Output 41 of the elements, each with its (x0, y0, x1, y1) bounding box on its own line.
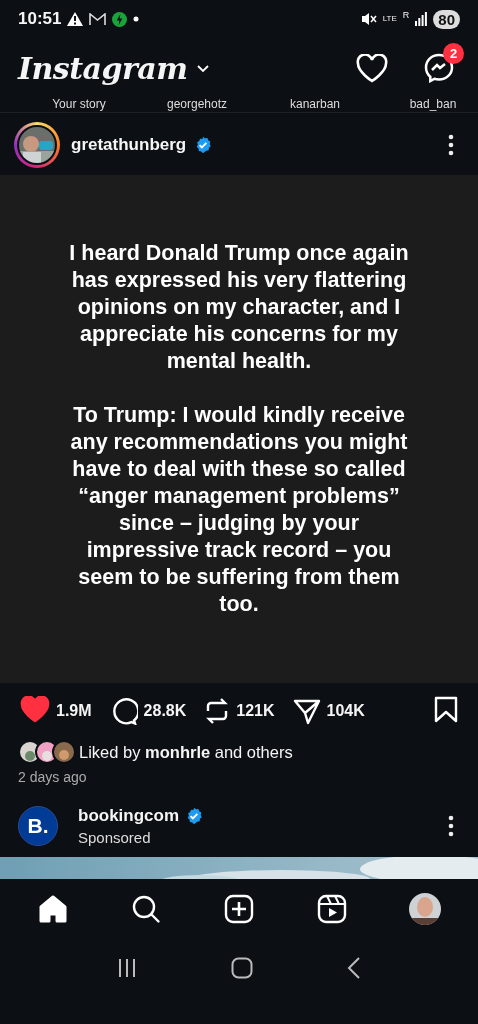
username[interactable]: bookingcom (78, 806, 180, 826)
send-icon[interactable] (292, 697, 321, 725)
sponsored-label: Sponsored (78, 829, 152, 846)
clock: 10:51 (18, 9, 62, 29)
liked-by-text: Liked by monhrle and others (79, 742, 293, 762)
create-icon[interactable] (223, 894, 254, 924)
more-options-icon[interactable] (448, 815, 454, 837)
home-icon[interactable] (37, 894, 68, 924)
network-label: LTE (382, 15, 397, 23)
roaming-label: R (402, 10, 410, 20)
story-name[interactable]: georgehotz (138, 98, 256, 112)
search-icon[interactable] (130, 894, 161, 924)
comment-count: 28.8K (143, 702, 187, 720)
home-button-icon[interactable] (231, 957, 253, 979)
post-time: 2 days ago (17, 768, 88, 785)
warning-icon (67, 12, 84, 26)
username[interactable]: gretathunberg (71, 135, 187, 155)
more-options-icon[interactable] (448, 134, 454, 156)
mail-icon (89, 12, 107, 26)
recent-apps-icon[interactable] (117, 958, 137, 978)
back-icon[interactable] (347, 957, 361, 979)
instagram-logo[interactable]: Instagram (18, 50, 188, 86)
story-name[interactable]: bad_ban (374, 98, 478, 112)
story-name[interactable]: Your story (20, 98, 138, 112)
signal-icon (415, 12, 428, 26)
like-count: 1.9M (56, 702, 92, 720)
share-count: 104K (326, 702, 365, 720)
brand-avatar[interactable]: B. (18, 806, 58, 846)
bookmark-icon[interactable] (434, 695, 458, 723)
notification-badge: 2 (443, 43, 464, 64)
avatar-stack-drawing (18, 740, 76, 764)
post-text: To Trump: I would kindly receive any recommendations you might have to deal with these so called “anger management problems” since – judging by your impressive track record – you seem to be suffering from them too. (69, 402, 409, 618)
battery-level: 80 (433, 9, 460, 29)
mute-icon (360, 12, 377, 26)
dot-icon (133, 16, 140, 22)
story-name[interactable]: kanarban (256, 98, 374, 112)
post-text: I heard Donald Trump once again has expressed his very flattering opinions on my character, and I appreciate his concerns for my mental health. (68, 240, 410, 375)
chevron-down-icon[interactable] (195, 63, 210, 73)
repost-count: 121K (236, 702, 275, 720)
reels-icon[interactable] (317, 894, 348, 924)
bolt-icon (112, 11, 128, 27)
